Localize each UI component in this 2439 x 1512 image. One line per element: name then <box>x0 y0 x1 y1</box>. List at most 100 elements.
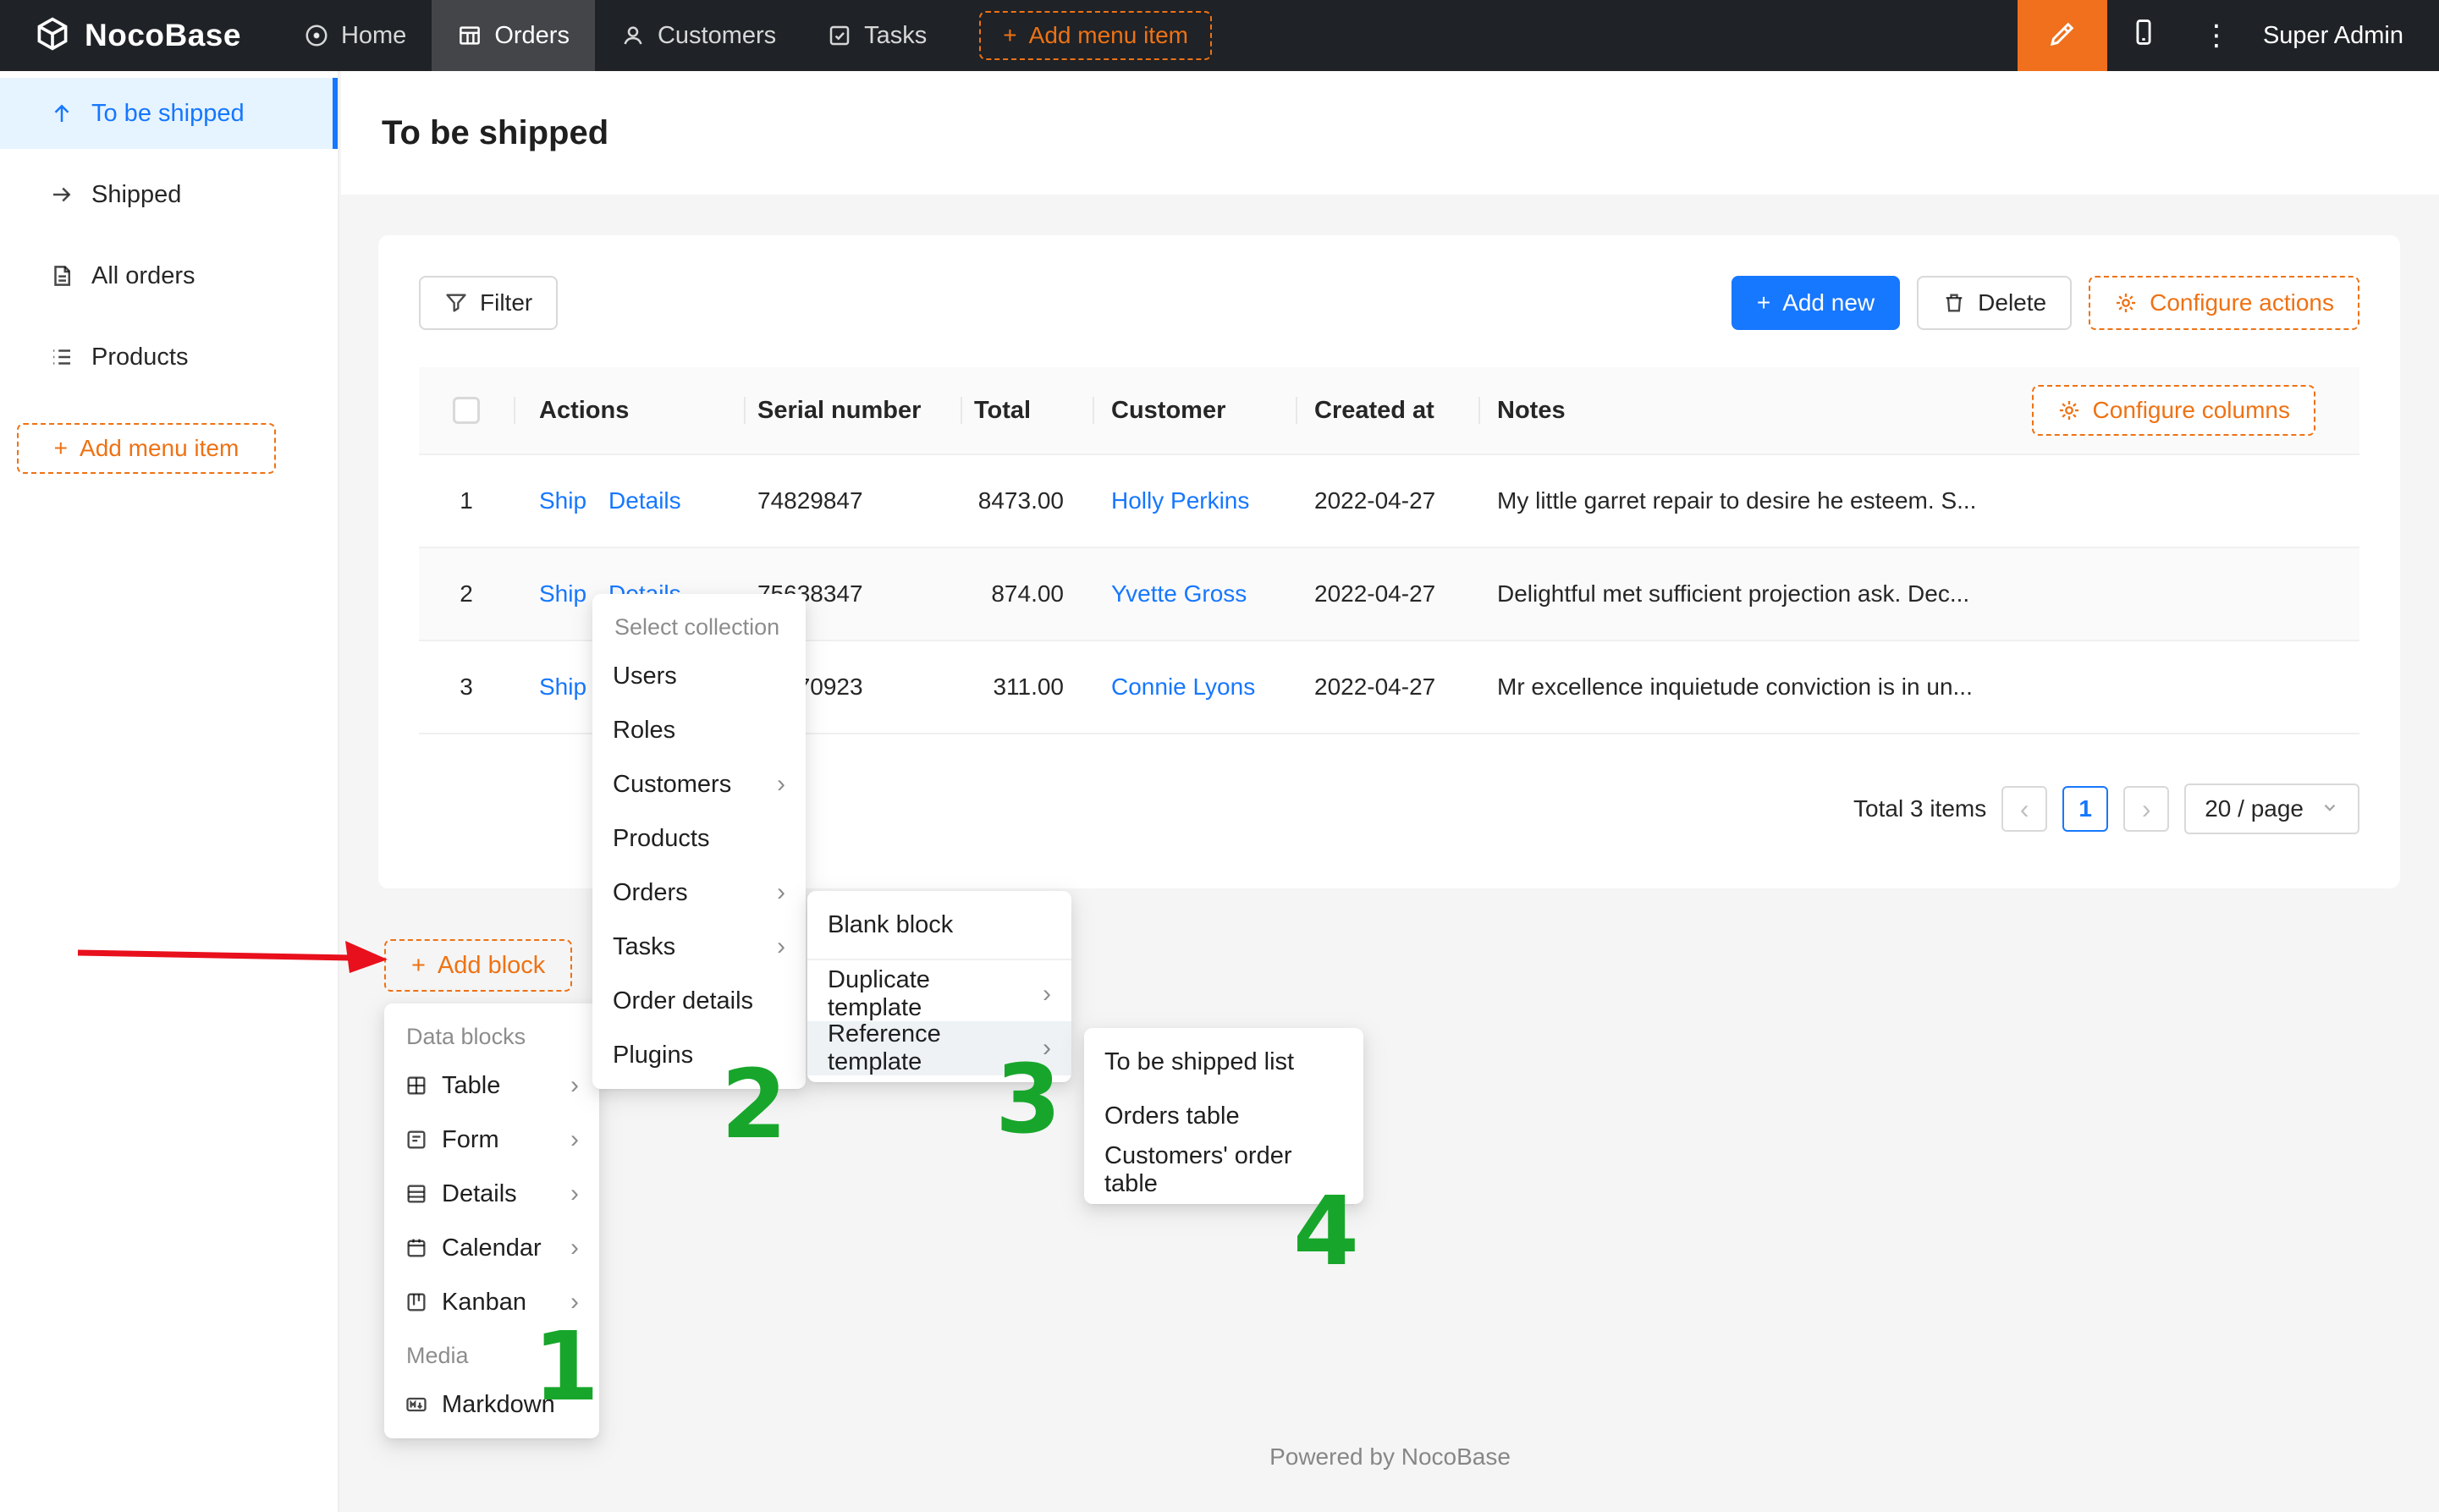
row-index: 1 <box>419 487 514 514</box>
details-link[interactable]: Details <box>608 487 681 514</box>
sidebar-item-to-be-shipped[interactable]: To be shipped <box>0 78 338 149</box>
menu-item-calendar-block[interactable]: Calendar › <box>384 1221 599 1275</box>
menu-item-details-block[interactable]: Details › <box>384 1167 599 1221</box>
customer-link[interactable]: Holly Perkins <box>1111 487 1249 514</box>
markdown-block-icon <box>405 1393 428 1416</box>
annotation-step-4: 4 <box>1293 1185 1359 1279</box>
header-add-menu-item-button[interactable]: + Add menu item <box>979 11 1212 60</box>
nav-label: Home <box>341 22 406 50</box>
configure-actions-button[interactable]: Configure actions <box>2089 276 2359 330</box>
nav-item-customers[interactable]: Customers <box>595 0 801 71</box>
sidebar-item-products[interactable]: Products <box>0 322 338 393</box>
annotation-arrow <box>73 929 394 983</box>
menu-item-products[interactable]: Products <box>592 811 806 866</box>
header-right: ⋮ Super Admin <box>2018 0 2439 71</box>
plus-icon: + <box>54 435 68 462</box>
menu-item-duplicate-template[interactable]: Duplicate template › <box>807 967 1071 1021</box>
menu-item-orders-table[interactable]: Orders table <box>1084 1089 1363 1143</box>
mobile-layout-button[interactable] <box>2107 0 2180 71</box>
plus-icon: + <box>411 952 426 980</box>
powered-by-footer: Powered by NocoBase <box>341 1443 2439 1471</box>
ship-link[interactable]: Ship <box>539 674 586 701</box>
menu-item-form-block[interactable]: Form › <box>384 1113 599 1167</box>
chevron-right-icon: › <box>570 1181 579 1207</box>
sidebar: To be shipped Shipped All orders Product… <box>0 71 339 1512</box>
pagination-prev-button[interactable]: ‹ <box>2001 786 2047 832</box>
menu-item-blank-block[interactable]: Blank block <box>807 898 1071 952</box>
total-cell: 874.00 <box>961 580 1093 608</box>
created-at-cell: 2022-04-27 <box>1296 674 1478 701</box>
gear-icon <box>2057 399 2081 422</box>
menu-divider <box>807 959 1071 960</box>
row-index: 3 <box>419 674 514 701</box>
notes-cell: Delightful met sufficient projection ask… <box>1478 580 2359 608</box>
pagination-next-button[interactable]: › <box>2123 786 2169 832</box>
kanban-block-icon <box>405 1290 428 1314</box>
nocobase-logo[interactable]: NocoBase <box>0 0 278 71</box>
page-header: To be shipped <box>341 71 2439 195</box>
details-block-icon <box>405 1182 428 1206</box>
top-nav: Home Orders Customers Tasks <box>278 0 952 71</box>
menu-item-table-block[interactable]: Table › <box>384 1058 599 1113</box>
menu-item-order-details[interactable]: Order details <box>592 974 806 1028</box>
menu-header-select-collection: Select collection <box>592 601 806 649</box>
table-row: 1 Ship Details 74829847 8473.00 Holly Pe… <box>419 455 2359 548</box>
add-block-button[interactable]: + Add block <box>384 939 572 992</box>
menu-item-users[interactable]: Users <box>592 649 806 703</box>
total-cell: 311.00 <box>961 674 1093 701</box>
arrow-up-icon <box>49 101 74 126</box>
filter-button[interactable]: Filter <box>419 276 558 330</box>
nav-item-orders[interactable]: Orders <box>432 0 595 71</box>
sidebar-item-all-orders[interactable]: All orders <box>0 240 338 311</box>
products-list-icon <box>49 344 74 370</box>
nav-item-home[interactable]: Home <box>278 0 432 71</box>
more-vertical-icon: ⋮ <box>2202 19 2231 52</box>
ui-editor-button[interactable] <box>2018 0 2107 71</box>
filter-icon <box>444 291 468 315</box>
chevron-right-icon: › <box>570 1235 579 1261</box>
pagination-page-1[interactable]: 1 <box>2062 786 2108 832</box>
created-at-cell: 2022-04-27 <box>1296 580 1478 608</box>
user-menu[interactable]: Super Admin <box>2253 0 2439 71</box>
user-icon <box>620 23 646 48</box>
total-cell: 8473.00 <box>961 487 1093 514</box>
add-new-button[interactable]: + Add new <box>1732 276 1900 330</box>
more-menu-button[interactable]: ⋮ <box>2180 0 2253 71</box>
ship-link[interactable]: Ship <box>539 487 586 514</box>
customer-link[interactable]: Yvette Gross <box>1111 580 1247 607</box>
check-square-icon <box>827 23 852 48</box>
notes-cell: My little garret repair to desire he est… <box>1478 487 2359 514</box>
plus-icon: + <box>1003 22 1016 49</box>
column-header-customer: Customer <box>1093 367 1296 454</box>
notes-cell: Mr excellence inquietude conviction is i… <box>1478 674 2359 701</box>
configure-columns-button[interactable]: Configure columns <box>2032 385 2315 436</box>
select-all-checkbox[interactable] <box>453 397 480 424</box>
toolbar-right: + Add new Delete Configure actions <box>1732 276 2359 330</box>
sidebar-add-menu-item-button[interactable]: + Add menu item <box>17 423 276 474</box>
menu-item-orders[interactable]: Orders › <box>592 866 806 920</box>
delete-button[interactable]: Delete <box>1917 276 2072 330</box>
app-root: NocoBase Home Orders Customers <box>0 0 2439 1512</box>
chevron-right-icon: › <box>2142 795 2151 822</box>
annotation-step-3: 3 <box>995 1053 1061 1147</box>
menu-item-customers[interactable]: Customers › <box>592 757 806 811</box>
annotation-step-1: 1 <box>533 1320 599 1415</box>
menu-item-tasks[interactable]: Tasks › <box>592 920 806 974</box>
annotation-step-2: 2 <box>721 1058 787 1152</box>
tablet-icon <box>2129 18 2158 54</box>
ship-link[interactable]: Ship <box>539 580 586 608</box>
sidebar-item-shipped[interactable]: Shipped <box>0 159 338 230</box>
row-index: 2 <box>419 580 514 608</box>
arrow-right-icon <box>49 182 74 207</box>
trash-icon <box>1942 291 1966 315</box>
gear-icon <box>2114 291 2138 315</box>
page-size-select[interactable]: 20 / page <box>2184 783 2359 834</box>
pagination-total: Total 3 items <box>1853 795 1986 822</box>
table-header-row: Actions Serial number Total Customer Cre… <box>419 367 2359 455</box>
nav-label: Customers <box>658 22 776 50</box>
nav-item-tasks[interactable]: Tasks <box>801 0 952 71</box>
customer-link[interactable]: Connie Lyons <box>1111 674 1255 700</box>
select-collection-menu: Select collection Users Roles Customers … <box>592 594 806 1089</box>
menu-item-to-be-shipped-list[interactable]: To be shipped list <box>1084 1035 1363 1089</box>
menu-item-roles[interactable]: Roles <box>592 703 806 757</box>
